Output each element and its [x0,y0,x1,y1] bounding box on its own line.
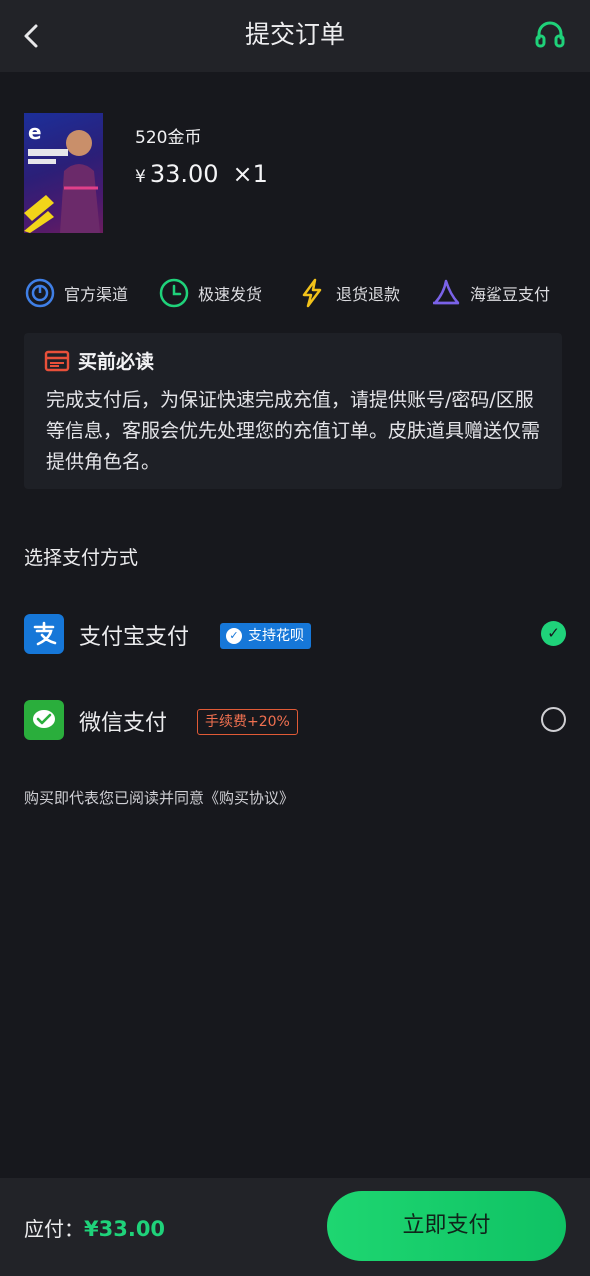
headset-icon [535,21,565,48]
alipay-icon [24,614,64,654]
amount-due-label: 应付： [24,1217,84,1241]
payment-option-alipay[interactable]: 支付宝支付 ✓ 支持花呗 ✓ [24,611,568,657]
pay-now-button[interactable]: 立即支付 [327,1191,566,1261]
checkout-footer: 应付：¥33.00 立即支付 [0,1178,590,1276]
agreement-link[interactable]: 《购买协议》 [204,789,294,807]
amount-due: 应付：¥33.00 [24,1213,165,1242]
service-badges: 官方渠道 极速发货 退货退款 海鲨豆支付 [24,275,570,311]
payment-section-title: 选择支付方式 [24,547,139,569]
notice-header: 买前必读 [44,347,154,374]
service-fee-tag: 手续费+20% [197,709,298,735]
product-price-line: ¥33.00 ×1 [135,160,268,188]
svg-text:e: e [28,120,42,144]
tag-label: 支持花呗 [248,628,304,644]
customer-service-button[interactable] [532,17,568,53]
shark-fin-icon [433,279,460,305]
verified-check-icon: ✓ [226,628,242,644]
official-channel-icon [25,278,55,308]
notice-body: 完成支付后，为保证快速完成充值，请提供账号/密码/区服等信息，客服会优先处理您的… [46,389,541,473]
header-bar: 提交订单 [0,0,590,72]
currency-symbol: ¥ [135,167,146,187]
badge-official-channel: 官方渠道 [24,275,128,311]
badge-refund: 退货退款 [296,275,400,311]
product-card: e 520金币 ¥33.00 ×1 [24,113,564,235]
product-name: 520金币 [135,128,202,148]
agreement-text: 购买即代表您已阅读并同意 [24,789,205,807]
radio-selected-icon[interactable]: ✓ [541,621,566,646]
badge-label: 极速发货 [198,285,263,304]
amount-due-value: ¥33.00 [84,1217,166,1241]
badge-fast-delivery: 极速发货 [158,275,262,311]
badge-shark-bean-pay: 海鲨豆支付 [430,275,550,311]
page-title: 提交订单 [244,20,345,49]
football-game-cover: e [24,120,100,233]
lightning-icon [302,278,322,308]
payment-option-wechat[interactable]: 微信支付 手续费+20% [24,697,568,743]
clock-icon [159,278,189,308]
wechat-pay-icon [24,700,64,740]
huabei-support-tag: ✓ 支持花呗 [220,623,311,649]
purchase-agreement: 购买即代表您已阅读并同意《购买协议》 [24,787,294,808]
product-price: 33.00 [149,160,219,188]
product-quantity: ×1 [232,160,268,188]
radio-unselected-icon[interactable] [541,707,566,732]
product-cover-image: e [24,113,103,233]
badge-label: 海鲨豆支付 [470,285,551,304]
payment-method-name: 支付宝支付 [79,625,190,650]
payment-method-name: 微信支付 [79,711,168,736]
notice-title: 买前必读 [78,351,155,373]
notice-book-icon [44,350,70,371]
badge-label: 官方渠道 [64,285,129,304]
pre-purchase-notice: 买前必读 完成支付后，为保证快速完成充值，请提供账号/密码/区服等信息，客服会优… [24,333,562,489]
badge-label: 退货退款 [336,285,401,304]
